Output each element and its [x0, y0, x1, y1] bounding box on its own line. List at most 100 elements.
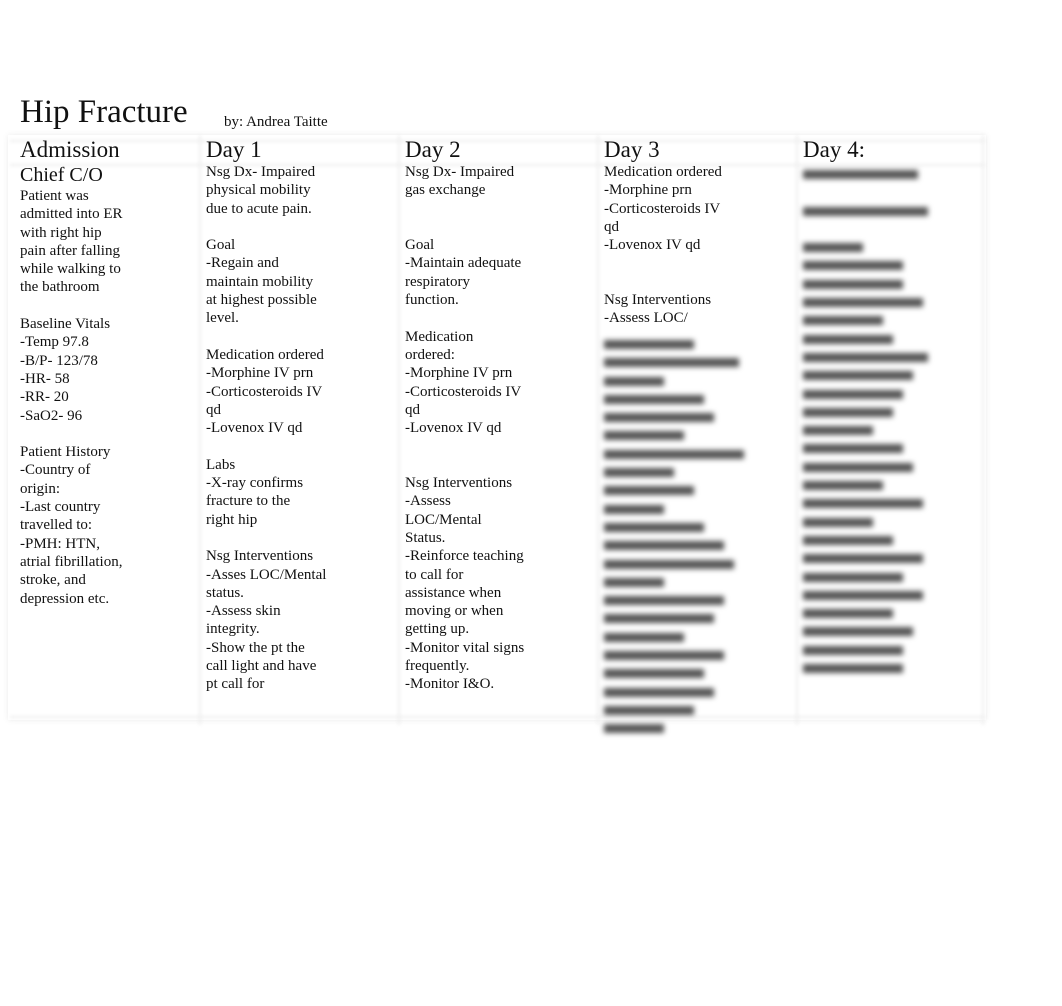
column-day-3: Day 3 Medication ordered -Morphine prn -Co… — [604, 137, 722, 328]
text-line: Nsg Interventions — [405, 475, 513, 492]
text-line: integrity. — [206, 621, 260, 638]
text-line: Goal — [405, 237, 435, 254]
text-line: depression etc. — [20, 590, 110, 607]
blurred-line — [803, 183, 928, 201]
text-line: -Reinforce teaching — [405, 548, 524, 565]
blurred-line — [803, 421, 928, 439]
column-header: Day 4: — [803, 137, 865, 162]
text-line: right hip — [206, 511, 258, 528]
blurred-line — [604, 664, 744, 682]
blurred-line — [803, 458, 928, 476]
text-line: while walking to — [20, 261, 121, 278]
blurred-line — [803, 348, 928, 366]
blurred-line — [604, 536, 744, 554]
blurred-content — [604, 335, 744, 738]
text-line: -Corticosteroids IV — [604, 200, 721, 217]
blurred-line — [803, 677, 928, 695]
column-header: Day 1 — [206, 137, 262, 162]
text-line: -Monitor I&O. — [405, 676, 495, 693]
blurred-line — [803, 202, 928, 220]
text-line: call light and have — [206, 658, 317, 675]
text-line: assistance when — [405, 584, 502, 601]
blurred-line — [604, 628, 744, 646]
text-line: Nsg Interventions — [604, 292, 712, 309]
text-line: the bathroom — [20, 279, 100, 296]
blurred-line — [803, 586, 928, 604]
blurred-line — [803, 275, 928, 293]
text-line: -Lovenox IV qd — [405, 420, 502, 437]
text-line — [20, 425, 123, 443]
text-line — [405, 218, 524, 236]
blurred-line — [803, 403, 928, 421]
text-line: -SaO2- 96 — [20, 407, 83, 424]
blurred-line — [803, 494, 928, 512]
divider — [982, 135, 984, 725]
document-title: Hip Fracture — [20, 94, 188, 130]
text-line: -Maintain adequate — [405, 255, 522, 272]
text-line: qd — [405, 401, 420, 418]
text-line: gas exchange — [405, 182, 486, 199]
text-line: Patient History — [20, 444, 111, 461]
text-line: -Country of — [20, 462, 91, 479]
text-line: fracture to the — [206, 493, 291, 510]
text-line: ordered: — [405, 346, 455, 363]
text-line: Nsg Dx- Impaired — [206, 164, 316, 180]
blurred-line — [604, 646, 744, 664]
text-line: Medication — [405, 328, 474, 345]
text-line: -Monitor vital signs — [405, 639, 525, 656]
divider — [796, 135, 798, 725]
blurred-line — [803, 366, 928, 384]
blurred-content — [803, 165, 928, 696]
column-header: Admission — [20, 137, 120, 162]
blurred-line — [604, 372, 744, 390]
text-line: Nsg Dx- Impaired — [405, 164, 515, 180]
text-line: Labs — [206, 456, 236, 473]
blurred-line — [803, 220, 928, 238]
text-line: respiratory — [405, 273, 470, 290]
blurred-line — [604, 719, 744, 737]
blurred-line — [604, 500, 744, 518]
text-line: Patient was — [20, 188, 89, 204]
text-line: Medication ordered — [604, 164, 722, 180]
blurred-line — [803, 293, 928, 311]
blurred-line — [604, 426, 744, 444]
text-line: due to acute pain. — [206, 200, 312, 217]
text-line: at highest possible — [206, 292, 317, 309]
text-line: -PMH: HTN, — [20, 535, 101, 552]
text-line: frequently. — [405, 658, 470, 675]
text-line: qd — [206, 401, 221, 418]
text-line: -Corticosteroids IV — [405, 383, 522, 400]
text-line: atrial fibrillation, — [20, 553, 123, 570]
text-line: moving or when — [405, 603, 504, 620]
text-line: with right hip — [20, 224, 102, 241]
text-line: pt call for — [206, 676, 265, 693]
column-day-4: Day 4: — [803, 137, 865, 163]
text-line — [206, 328, 326, 346]
text-line: -B/P- 123/78 — [20, 352, 98, 369]
blurred-line — [604, 353, 744, 371]
text-line: -Last country — [20, 499, 101, 516]
blurred-line — [803, 165, 928, 183]
text-line — [206, 437, 326, 455]
column-day-2: Day 2 Nsg Dx- Impaired gas exchange Goal -M… — [405, 137, 524, 694]
blurred-line — [604, 591, 744, 609]
text-line: Nsg Interventions — [206, 548, 314, 565]
blurred-line — [803, 476, 928, 494]
text-line: pain after falling — [20, 242, 120, 259]
text-line: -RR- 20 — [20, 389, 69, 406]
text-line: Goal — [206, 237, 236, 254]
text-line — [604, 254, 722, 272]
blurred-line — [803, 311, 928, 329]
text-line: qd — [604, 218, 619, 235]
blurred-line — [803, 659, 928, 677]
text-line: -Assess LOC/ — [604, 310, 688, 327]
text-line: -Morphine IV prn — [405, 365, 513, 382]
text-line: -Assess — [405, 493, 451, 510]
text-line: -Corticosteroids IV — [206, 383, 323, 400]
text-line: travelled to: — [20, 517, 93, 534]
text-line: -HR- 58 — [20, 370, 70, 387]
text-line: Baseline Vitals — [20, 316, 111, 333]
text-line: function. — [405, 292, 459, 309]
text-line: -Lovenox IV qd — [206, 420, 303, 437]
text-line — [405, 456, 524, 474]
